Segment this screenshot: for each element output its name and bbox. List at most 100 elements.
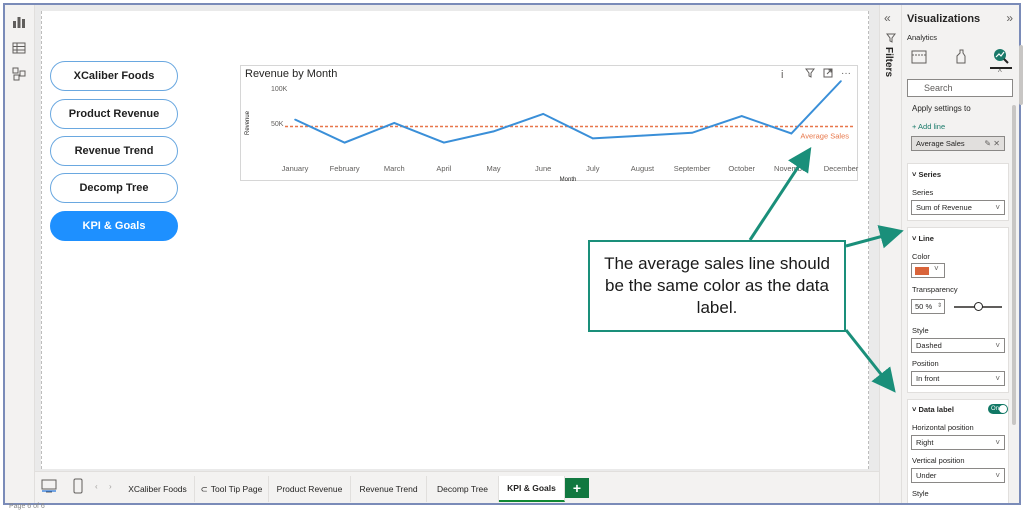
tab-decomp-tree[interactable]: Decomp Tree xyxy=(427,476,499,502)
data-label-toggle[interactable]: On xyxy=(988,404,1008,414)
horizontal-position-label: Horizontal position xyxy=(912,423,974,432)
y-tick-label: 100K xyxy=(271,86,288,93)
revenue-data-point xyxy=(294,118,296,121)
add-line-link[interactable]: + Add line xyxy=(912,122,945,131)
tooltip-page-icon: ⊂ xyxy=(200,483,208,494)
page-tab-bar: ‹ › XCaliber Foods ⊂ Tool Tip Page Produc… xyxy=(35,471,879,503)
edit-delete-icon[interactable]: ✎ ✕ xyxy=(984,137,1000,150)
position-label: Position xyxy=(912,359,939,368)
data-label-card xyxy=(907,399,1009,503)
revenue-data-point xyxy=(492,130,495,133)
filter-funnel-icon xyxy=(886,33,896,43)
build-visual-tab[interactable] xyxy=(908,45,930,69)
tab-product-revenue[interactable]: Product Revenue xyxy=(269,476,351,502)
pane-title: Visualizations xyxy=(907,13,981,25)
nav-button-product-revenue[interactable]: Product Revenue xyxy=(50,99,178,129)
y-tick-label: 50K xyxy=(271,121,284,128)
x-tick-label: December xyxy=(824,164,859,173)
selected-line-item[interactable]: Average Sales ✎ ✕ xyxy=(911,136,1005,151)
tab-label: Tool Tip Page xyxy=(210,484,263,494)
format-visual-tab[interactable] xyxy=(950,45,972,69)
report-view-icon[interactable] xyxy=(12,15,26,29)
revenue-data-point xyxy=(641,134,644,137)
nav-button-revenue-trend[interactable]: Revenue Trend xyxy=(50,136,178,166)
style2-label: Style xyxy=(912,489,929,498)
x-tick-label: May xyxy=(486,164,500,173)
annotation-callout: The average sales line should be the sam… xyxy=(588,240,846,332)
tab-tool-tip-page[interactable]: ⊂ Tool Tip Page xyxy=(195,476,269,502)
expand-right-icon[interactable]: » xyxy=(1006,11,1013,25)
average-sales-label: Average Sales xyxy=(800,132,849,141)
filters-pane-collapsed[interactable]: « Filters xyxy=(879,5,901,503)
horizontal-position-dropdown[interactable]: Right ˅ xyxy=(911,435,1005,450)
chevron-up-icon[interactable]: ^ xyxy=(998,68,1002,77)
series-value: Sum of Revenue xyxy=(916,203,972,212)
desktop-layout-icon[interactable] xyxy=(41,479,57,493)
tab-kpi-goals[interactable]: KPI & Goals xyxy=(499,476,565,502)
y-axis-label: Revenue xyxy=(245,110,251,135)
filters-label: Filters xyxy=(883,47,894,78)
window-scrollbar[interactable] xyxy=(1019,45,1023,105)
hpos-value: Right xyxy=(916,438,934,447)
transparency-unit: % xyxy=(925,302,933,311)
x-axis-label: Month xyxy=(560,177,577,182)
color-picker[interactable]: ˅ xyxy=(911,263,945,278)
data-label-section-header[interactable]: ˅ Data label xyxy=(912,405,954,414)
chevron-down-icon: ˅ xyxy=(995,374,1000,383)
add-page-button[interactable]: + xyxy=(565,478,589,498)
revenue-data-point xyxy=(542,113,544,115)
color-swatch xyxy=(915,267,929,275)
chevron-down-icon: ˅ xyxy=(934,264,939,273)
line-section-header[interactable]: ˅ Line xyxy=(912,234,934,243)
x-tick-label: February xyxy=(330,164,360,173)
line-chart-visual[interactable]: Revenue by Month i ··· 100K 50K Revenue Jan… xyxy=(240,65,859,182)
revenue-data-point xyxy=(393,122,396,124)
chevron-down-icon: ˅ xyxy=(995,203,1000,212)
nav-button-xcaliber-foods[interactable]: XCaliber Foods xyxy=(50,61,178,91)
report-canvas-area: XCaliber Foods Product Revenue Revenue T… xyxy=(35,5,879,471)
line-head-label: Line xyxy=(918,234,934,243)
collapse-left-icon[interactable]: « xyxy=(884,11,891,25)
search-input[interactable]: Search xyxy=(907,79,1013,97)
revenue-data-point xyxy=(343,141,346,144)
revenue-data-point xyxy=(790,132,793,135)
vertical-position-dropdown[interactable]: Under ˅ xyxy=(911,468,1005,483)
analytics-subtitle: Analytics xyxy=(907,33,938,42)
tab-label: Product Revenue xyxy=(276,484,343,494)
x-tick-label: August xyxy=(631,164,655,173)
position-dropdown[interactable]: In front ˅ xyxy=(911,371,1005,386)
revenue-data-point xyxy=(592,137,594,140)
revenue-data-point xyxy=(740,115,743,117)
chart-plot: 100K 50K Revenue January February March April M… xyxy=(245,80,859,182)
x-tick-label: January xyxy=(282,164,309,173)
series-head-label: Series xyxy=(918,170,941,179)
stepper-icon[interactable]: ⇕ xyxy=(937,300,942,313)
series-section-header[interactable]: ˅ Series xyxy=(912,170,941,179)
toggle-knob xyxy=(999,405,1007,413)
data-label-head-label: Data label xyxy=(918,405,954,414)
tab-revenue-trend[interactable]: Revenue Trend xyxy=(351,476,427,502)
revenue-series-line xyxy=(294,80,842,144)
x-tick-label: July xyxy=(586,164,600,173)
nav-button-decomp-tree[interactable]: Decomp Tree xyxy=(50,173,178,203)
next-page-icon[interactable]: › xyxy=(109,482,112,491)
chevron-down-icon: ˅ xyxy=(995,341,1000,350)
nav-button-kpi-goals[interactable]: KPI & Goals xyxy=(50,211,178,241)
analytics-tab[interactable] xyxy=(990,45,1012,69)
pane-scrollbar[interactable] xyxy=(1012,105,1016,425)
series-dropdown[interactable]: Sum of Revenue ˅ xyxy=(911,200,1005,215)
mobile-layout-icon[interactable] xyxy=(73,478,83,494)
table-view-icon[interactable] xyxy=(12,41,26,55)
vertical-position-label: Vertical position xyxy=(912,456,965,465)
position-value: In front xyxy=(916,374,940,383)
model-view-icon[interactable] xyxy=(12,67,26,81)
transparency-slider-thumb[interactable] xyxy=(973,302,983,311)
tab-xcaliber-foods[interactable]: XCaliber Foods xyxy=(121,476,195,502)
revenue-data-point xyxy=(691,132,693,134)
style-dropdown[interactable]: Dashed ˅ xyxy=(911,338,1005,353)
selected-line-name: Average Sales xyxy=(916,139,965,148)
format-brush-icon xyxy=(956,49,966,64)
transparency-label: Transparency xyxy=(912,285,958,294)
prev-page-icon[interactable]: ‹ xyxy=(95,482,98,491)
transparency-input[interactable]: 50 % ⇕ xyxy=(911,299,945,314)
